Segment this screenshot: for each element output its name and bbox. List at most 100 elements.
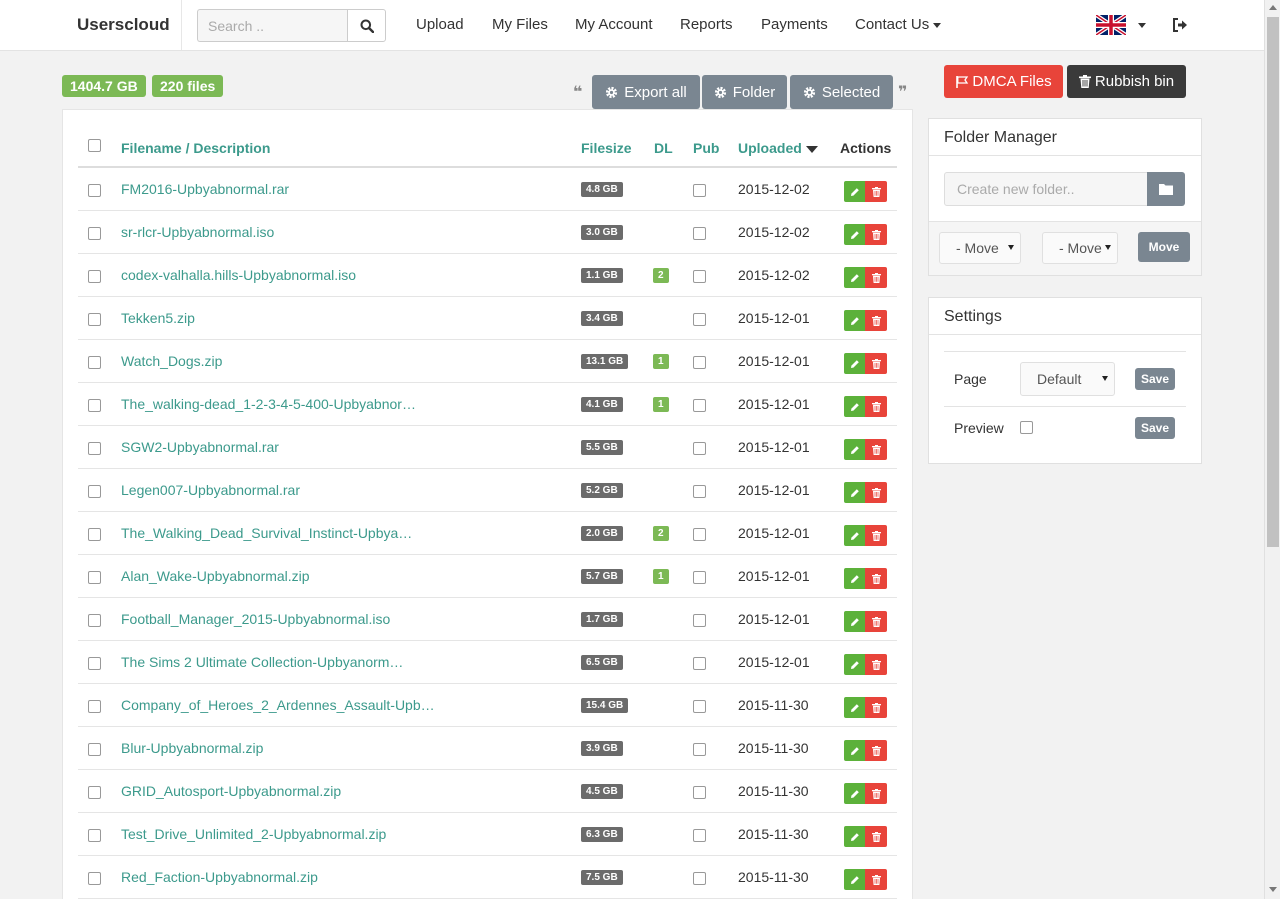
edit-button[interactable] (844, 181, 865, 202)
file-name-link[interactable]: SGW2-Upbyabnormal.rar (121, 439, 279, 455)
file-name-link[interactable]: FM2016-Upbyabnormal.rar (121, 181, 289, 197)
edit-button[interactable] (844, 869, 865, 890)
delete-button[interactable] (865, 310, 887, 331)
edit-button[interactable] (844, 267, 865, 288)
row-select-checkbox[interactable] (88, 356, 101, 369)
page-save-button[interactable]: Save (1135, 368, 1175, 390)
header-dl[interactable]: DL (654, 140, 673, 156)
edit-button[interactable] (844, 826, 865, 847)
edit-button[interactable] (844, 439, 865, 460)
delete-button[interactable] (865, 697, 887, 718)
delete-button[interactable] (865, 439, 887, 460)
create-folder-button[interactable] (1147, 172, 1185, 206)
search-button[interactable] (347, 9, 386, 42)
nav-my-account[interactable]: My Account (575, 16, 653, 33)
header-uploaded[interactable]: Uploaded (738, 140, 818, 156)
public-checkbox[interactable] (693, 270, 706, 283)
edit-button[interactable] (844, 568, 865, 589)
delete-button[interactable] (865, 396, 887, 417)
file-name-link[interactable]: The Sims 2 Ultimate Collection-Upbyanorm… (121, 654, 403, 670)
file-name-link[interactable]: The_walking-dead_1-2-3-4-5-400-Upbyabnor… (121, 396, 416, 412)
dmca-files-button[interactable]: DMCA Files (944, 65, 1063, 98)
row-select-checkbox[interactable] (88, 184, 101, 197)
scroll-down-icon[interactable] (1269, 887, 1277, 892)
public-checkbox[interactable] (693, 743, 706, 756)
edit-button[interactable] (844, 396, 865, 417)
preview-checkbox[interactable] (1020, 421, 1033, 434)
public-checkbox[interactable] (693, 571, 706, 584)
public-checkbox[interactable] (693, 700, 706, 713)
nav-contact-us[interactable]: Contact Us (855, 16, 942, 33)
public-checkbox[interactable] (693, 356, 706, 369)
search-input[interactable] (197, 9, 348, 42)
move-button[interactable]: Move (1138, 232, 1190, 262)
delete-button[interactable] (865, 611, 887, 632)
language-chevron-icon[interactable] (1138, 23, 1146, 28)
delete-button[interactable] (865, 181, 887, 202)
page-setting-select[interactable]: Default (1020, 362, 1115, 396)
public-checkbox[interactable] (693, 614, 706, 627)
delete-button[interactable] (865, 654, 887, 675)
nav-payments[interactable]: Payments (761, 16, 828, 33)
page-scrollbar[interactable] (1264, 0, 1280, 899)
delete-button[interactable] (865, 224, 887, 245)
file-name-link[interactable]: The_Walking_Dead_Survival_Instinct-Upbya… (121, 525, 412, 541)
move-target-select[interactable]: - Move (1042, 232, 1118, 264)
file-name-link[interactable]: Company_of_Heroes_2_Ardennes_Assault-Upb… (121, 697, 435, 713)
edit-button[interactable] (844, 740, 865, 761)
file-name-link[interactable]: Alan_Wake-Upbyabnormal.zip (121, 568, 310, 584)
uk-flag-icon[interactable] (1096, 15, 1126, 35)
nav-upload[interactable]: Upload (416, 16, 464, 33)
public-checkbox[interactable] (693, 313, 706, 326)
header-pub[interactable]: Pub (693, 140, 719, 156)
folder-button[interactable]: Folder (702, 75, 787, 109)
file-name-link[interactable]: Watch_Dogs.zip (121, 353, 222, 369)
edit-button[interactable] (844, 482, 865, 503)
selected-button[interactable]: Selected (790, 75, 893, 109)
delete-button[interactable] (865, 826, 887, 847)
file-name-link[interactable]: Red_Faction-Upbyabnormal.zip (121, 869, 318, 885)
select-all-checkbox[interactable] (88, 139, 101, 152)
row-select-checkbox[interactable] (88, 227, 101, 240)
move-source-select[interactable]: - Move (939, 232, 1021, 264)
delete-button[interactable] (865, 353, 887, 374)
delete-button[interactable] (865, 869, 887, 890)
delete-button[interactable] (865, 740, 887, 761)
new-folder-input[interactable] (944, 172, 1148, 206)
file-name-link[interactable]: Legen007-Upbyabnormal.rar (121, 482, 300, 498)
nav-my-files[interactable]: My Files (492, 16, 548, 33)
row-select-checkbox[interactable] (88, 614, 101, 627)
file-name-link[interactable]: Test_Drive_Unlimited_2-Upbyabnormal.zip (121, 826, 386, 842)
edit-button[interactable] (844, 783, 865, 804)
row-select-checkbox[interactable] (88, 442, 101, 455)
public-checkbox[interactable] (693, 399, 706, 412)
delete-button[interactable] (865, 267, 887, 288)
row-select-checkbox[interactable] (88, 829, 101, 842)
nav-reports[interactable]: Reports (680, 16, 733, 33)
scroll-thumb[interactable] (1267, 17, 1279, 547)
row-select-checkbox[interactable] (88, 528, 101, 541)
row-select-checkbox[interactable] (88, 872, 101, 885)
preview-save-button[interactable]: Save (1135, 417, 1175, 439)
row-select-checkbox[interactable] (88, 313, 101, 326)
public-checkbox[interactable] (693, 872, 706, 885)
public-checkbox[interactable] (693, 528, 706, 541)
public-checkbox[interactable] (693, 227, 706, 240)
public-checkbox[interactable] (693, 485, 706, 498)
public-checkbox[interactable] (693, 829, 706, 842)
edit-button[interactable] (844, 697, 865, 718)
scroll-up-icon[interactable] (1269, 5, 1277, 10)
delete-button[interactable] (865, 482, 887, 503)
row-select-checkbox[interactable] (88, 270, 101, 283)
edit-button[interactable] (844, 525, 865, 546)
edit-button[interactable] (844, 310, 865, 331)
header-filesize[interactable]: Filesize (581, 140, 632, 156)
edit-button[interactable] (844, 353, 865, 374)
row-select-checkbox[interactable] (88, 571, 101, 584)
file-name-link[interactable]: codex-valhalla.hills-Upbyabnormal.iso (121, 267, 356, 283)
public-checkbox[interactable] (693, 442, 706, 455)
delete-button[interactable] (865, 783, 887, 804)
export-all-button[interactable]: Export all (592, 75, 700, 109)
edit-button[interactable] (844, 611, 865, 632)
row-select-checkbox[interactable] (88, 657, 101, 670)
